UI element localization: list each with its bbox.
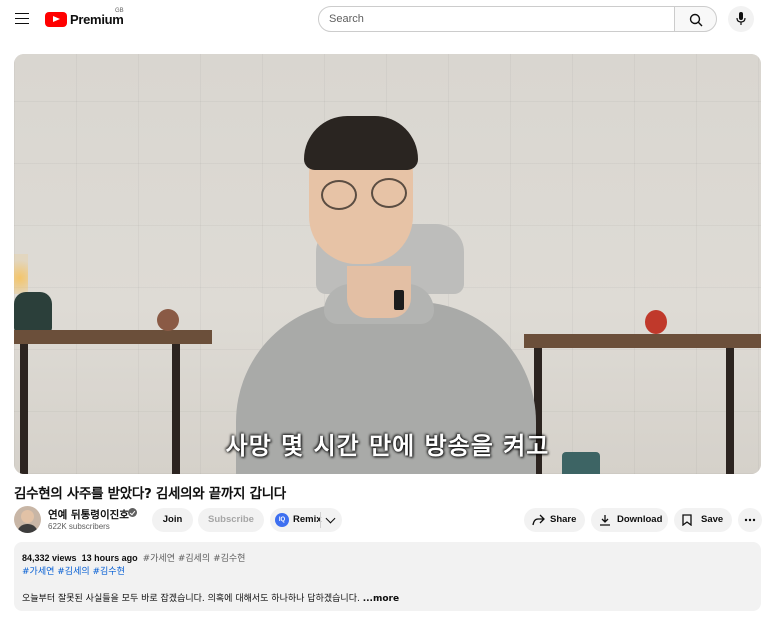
country-code: GB	[115, 8, 124, 14]
video-title: 김수현의 사주를 받았다? 김세의와 끝까지 갑니다	[14, 486, 286, 502]
save-label: Save	[701, 514, 724, 525]
description-body: 오늘부터 잘못된 사실들을 모두 바로 잡겠습니다. 의혹에 대해서도 하나하나…	[22, 594, 360, 604]
download-button[interactable]: Download	[591, 508, 668, 532]
bookmark-icon	[682, 514, 692, 526]
subscriber-count: 622K subscribers	[48, 522, 110, 531]
description-box[interactable]: 84,332 views 13 hours ago #가세연 #김세의 #김수현…	[14, 542, 761, 611]
search-button[interactable]	[674, 6, 717, 32]
glasses-lens	[321, 180, 357, 210]
video-caption: 사망 몇 시간 만에 방송을 켜고	[225, 432, 550, 460]
divider	[320, 512, 321, 528]
search-icon	[689, 13, 703, 27]
save-button[interactable]: Save	[674, 508, 732, 532]
microphone-icon	[736, 12, 746, 25]
video-meta: 84,332 views 13 hours ago #가세연 #김세의 #김수현	[22, 551, 245, 564]
voice-search-button[interactable]	[728, 6, 754, 32]
share-label: Share	[550, 514, 577, 525]
search-input[interactable]	[319, 7, 659, 31]
verified-check-icon	[128, 508, 137, 517]
share-arrow-icon	[532, 514, 545, 526]
reindeer-figurine	[645, 310, 667, 334]
more-horizontal-icon	[744, 518, 756, 522]
reindeer-figurine	[157, 309, 179, 331]
share-button[interactable]: Share	[524, 508, 585, 532]
hashtag-links[interactable]: #가세연 #김세의 #김수현	[22, 564, 125, 577]
hamburger-menu-icon[interactable]	[12, 9, 32, 29]
person-hair	[304, 116, 418, 170]
show-more-link[interactable]: ...more	[363, 594, 399, 604]
inline-tags: #가세연 #김세의 #김수현	[142, 554, 246, 564]
youtube-play-icon	[45, 11, 67, 27]
youtube-premium-logo[interactable]: Premium	[45, 11, 124, 27]
upload-time: 13 hours ago	[81, 553, 138, 563]
channel-avatar[interactable]	[14, 506, 41, 533]
video-player[interactable]: 사망 몇 시간 만에 방송을 켜고	[14, 54, 761, 474]
channel-name[interactable]: 연예 뒤통령이진호	[48, 507, 129, 522]
subscribe-button[interactable]: Subscribe	[198, 508, 264, 532]
glasses-lens	[371, 178, 407, 208]
side-table-left	[14, 330, 212, 344]
view-count: 84,332 views	[22, 553, 77, 563]
download-label: Download	[617, 514, 663, 525]
lamp-glow	[14, 254, 28, 294]
lapel-mic	[394, 290, 404, 310]
remix-label: Remix	[293, 514, 322, 525]
join-button[interactable]: Join	[152, 508, 193, 532]
top-bar: Premium GB	[0, 0, 768, 38]
download-icon	[600, 515, 610, 526]
side-table-right	[524, 334, 761, 348]
description-text: 오늘부터 잘못된 사실들을 모두 바로 잡겠습니다. 의혹에 대해서도 하나하나…	[22, 591, 399, 604]
lamp	[14, 292, 52, 332]
more-actions-button[interactable]	[738, 508, 762, 532]
search-box	[318, 6, 675, 32]
remix-icon: IQ	[275, 513, 289, 527]
